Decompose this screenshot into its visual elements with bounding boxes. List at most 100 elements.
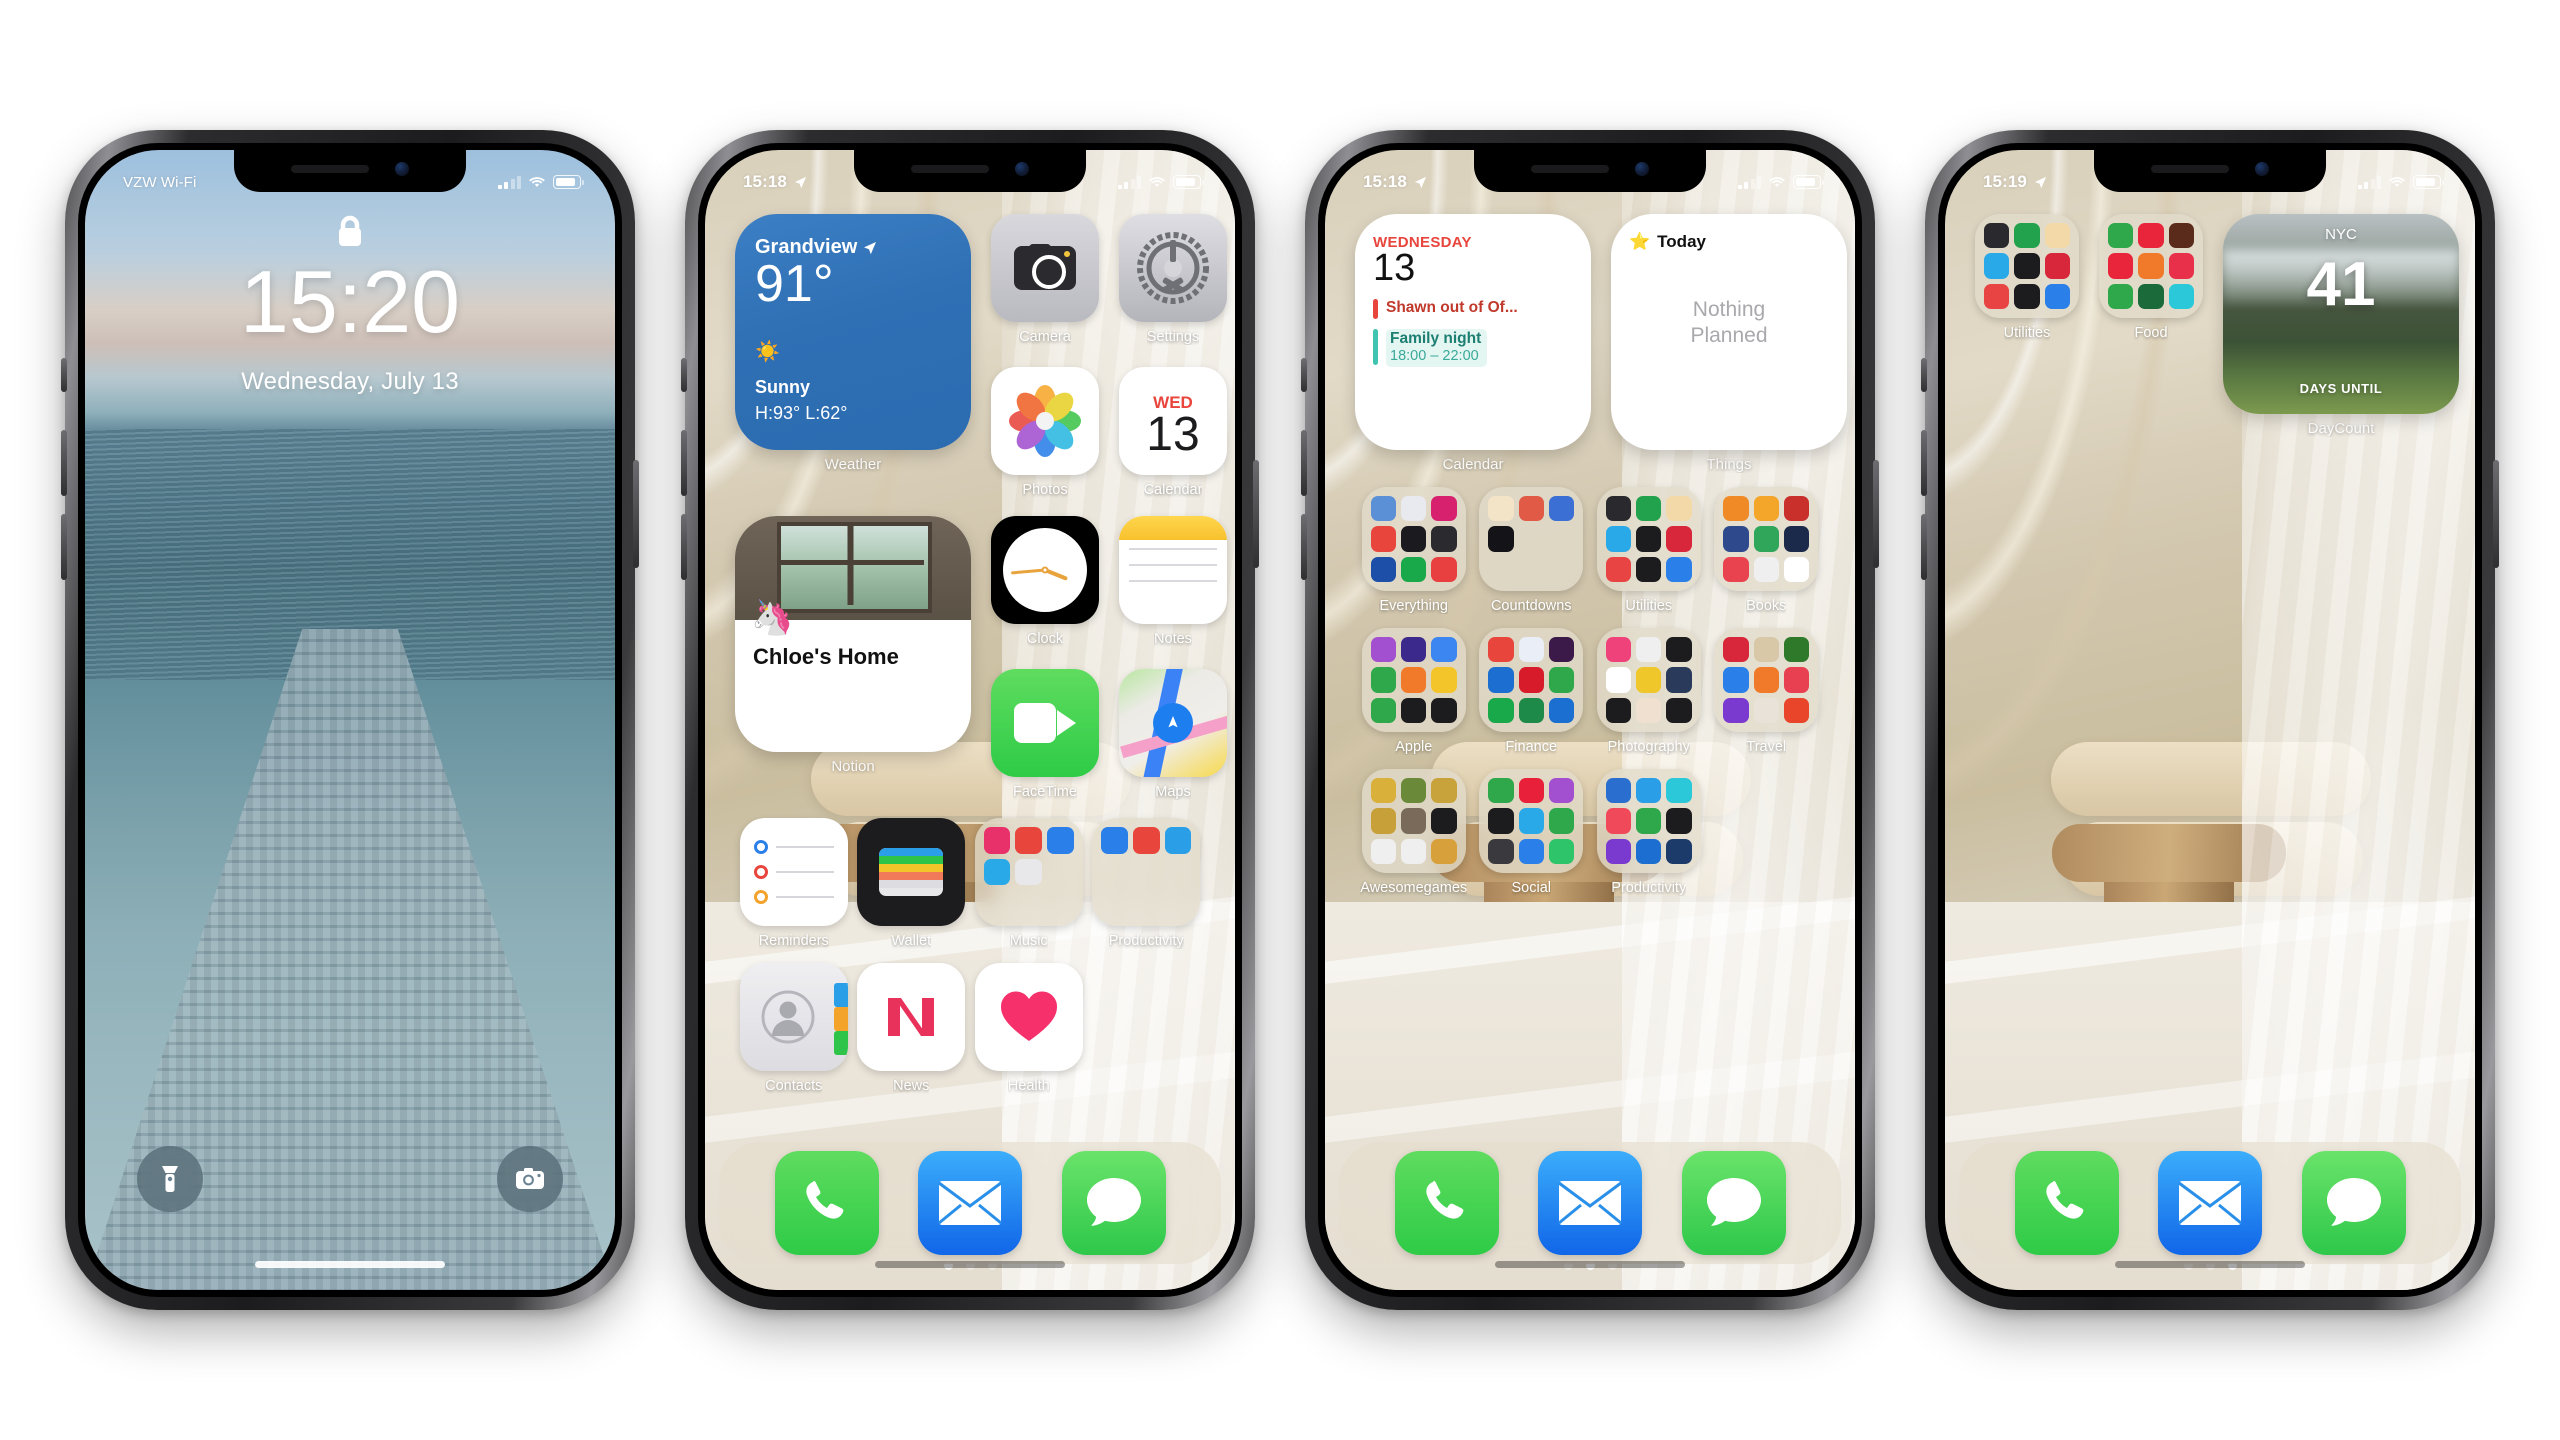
app-photos[interactable]: Photos <box>991 367 1099 498</box>
message-icon[interactable] <box>2301 1151 2406 1255</box>
folder-countdowns[interactable]: Countdowns <box>1473 487 1591 614</box>
app-clock[interactable]: Clock <box>991 516 1099 647</box>
lock-screen[interactable]: VZW Wi-Fi 15:20 Wednesday, July 13 <box>85 150 615 1290</box>
app-reminders[interactable]: Reminders <box>735 818 853 949</box>
phone-icon[interactable] <box>2014 1151 2119 1255</box>
camera-icon <box>516 1168 544 1189</box>
volume-up-button[interactable] <box>61 430 67 496</box>
status-time: 15:18 <box>743 172 787 191</box>
folder-icon <box>1479 769 1584 873</box>
folder-mini-icon <box>1488 838 1514 865</box>
widget-calendar[interactable]: WEDNESDAY 13 Shawn out of Of... Family n… <box>1355 214 1591 450</box>
app-settings[interactable]: Settings <box>1119 214 1227 345</box>
folder-music[interactable]: Music <box>970 818 1088 949</box>
volume-up-button[interactable] <box>681 430 687 496</box>
mail-icon[interactable] <box>918 1151 1022 1255</box>
folder-mini-icon <box>1488 667 1514 693</box>
things-empty-line-2: Planned <box>1690 323 1768 347</box>
folder-mini-icon <box>1370 526 1397 552</box>
mute-switch[interactable] <box>61 358 67 392</box>
volume-down-button[interactable] <box>1921 514 1927 580</box>
event-title: Family night <box>1390 329 1482 347</box>
folder-books[interactable]: Books <box>1708 487 1826 614</box>
folder-food[interactable]: Food <box>2099 214 2203 341</box>
message-icon[interactable] <box>1061 1151 1166 1255</box>
folder-mini-icon <box>1101 827 1128 854</box>
folder-mini-icon <box>1431 637 1457 663</box>
battery-icon <box>1793 175 1824 189</box>
flashlight-button[interactable] <box>137 1146 203 1212</box>
home-screen-page-3[interactable]: 15:19 Utilities Food NYC 41 DAYS UNTIL D… <box>1945 150 2475 1290</box>
folder-icon <box>1479 487 1584 591</box>
phone-icon[interactable] <box>774 1151 879 1255</box>
folder-social[interactable]: Social <box>1473 769 1591 896</box>
home-indicator[interactable] <box>1495 1261 1685 1268</box>
widget-notion[interactable]: 🦄 Chloe's Home <box>735 516 971 752</box>
mute-switch[interactable] <box>1921 358 1927 392</box>
folder-photography[interactable]: Photography <box>1590 628 1708 755</box>
calendar-event-1[interactable]: Shawn out of Of... <box>1373 298 1573 319</box>
app-calendar[interactable]: WED 13 Calendar <box>1119 367 1227 498</box>
app-label: Health <box>1007 1078 1050 1094</box>
folder-finance[interactable]: Finance <box>1473 628 1591 755</box>
folder-mini-icon <box>1636 667 1662 693</box>
app-news[interactable]: News <box>853 963 971 1094</box>
folder-productivity[interactable]: Productivity <box>1590 769 1708 896</box>
volume-up-button[interactable] <box>1301 430 1307 496</box>
power-button[interactable] <box>1253 460 1259 568</box>
home-indicator[interactable] <box>875 1261 1065 1268</box>
folder-awesomegames[interactable]: Awesomegames <box>1355 769 1473 896</box>
location-arrow-icon <box>2034 176 2047 188</box>
folder-mini-icon <box>1723 667 1749 693</box>
folder-mini-icon <box>1636 526 1662 552</box>
gear-icon <box>1119 214 1227 322</box>
home-indicator[interactable] <box>2115 1261 2305 1268</box>
power-button[interactable] <box>1873 460 1879 568</box>
app-facetime[interactable]: FaceTime <box>991 669 1099 800</box>
folder-mini-icon <box>2108 253 2134 279</box>
folder-utilities[interactable]: Utilities <box>1590 487 1708 614</box>
widget-things[interactable]: ⭐ Today Nothing Planned <box>1611 214 1847 450</box>
volume-up-button[interactable] <box>1921 430 1927 496</box>
app-contacts[interactable]: Contacts <box>735 963 853 1094</box>
folder-mini-icon <box>1488 637 1514 663</box>
widget-daycount[interactable]: NYC 41 DAYS UNTIL <box>2223 214 2459 414</box>
power-button[interactable] <box>633 460 639 568</box>
camera-icon <box>991 214 1099 322</box>
mail-icon[interactable] <box>2158 1151 2262 1255</box>
folder-travel[interactable]: Travel <box>1708 628 1826 755</box>
message-icon[interactable] <box>1681 1151 1786 1255</box>
folder-utilities[interactable]: Utilities <box>1975 214 2079 341</box>
mute-switch[interactable] <box>681 358 687 392</box>
app-label: Awesomegames <box>1360 880 1468 896</box>
app-maps[interactable]: Maps <box>1119 669 1227 800</box>
volume-down-button[interactable] <box>1301 514 1307 580</box>
calendar-event-2[interactable]: Family night 18:00 – 22:00 <box>1373 328 1573 367</box>
app-wallet[interactable]: Wallet <box>853 818 971 949</box>
camera-button[interactable] <box>497 1146 563 1212</box>
widget-label-weather: Weather <box>824 456 882 473</box>
folder-mini-icon <box>1666 838 1692 865</box>
folder-mini-icon <box>1636 556 1662 583</box>
home-screen-page-2[interactable]: 15:18 WEDNESDAY 13 Shawn out of Of... Fa… <box>1325 150 1855 1290</box>
home-indicator[interactable] <box>255 1261 445 1268</box>
app-health[interactable]: Health <box>970 963 1088 1094</box>
folder-mini-icon <box>1431 526 1457 552</box>
app-camera[interactable]: Camera <box>991 214 1099 345</box>
home-screen-page-1[interactable]: 15:18 Grandview 91° ☀️ Sunny H:93° L:62°… <box>705 150 1235 1290</box>
phone-icon[interactable] <box>1394 1151 1499 1255</box>
app-notes[interactable]: Notes <box>1119 516 1227 647</box>
power-button[interactable] <box>2493 460 2499 568</box>
folder-icon <box>1361 769 1466 873</box>
battery-icon <box>2413 175 2444 189</box>
folder-productivity[interactable]: Productivity <box>1088 818 1206 949</box>
folder-mini-icon <box>1548 667 1575 693</box>
mute-switch[interactable] <box>1301 358 1307 392</box>
folder-everything[interactable]: Everything <box>1355 487 1473 614</box>
folder-mini-icon <box>1370 637 1397 663</box>
folder-apple[interactable]: Apple <box>1355 628 1473 755</box>
widget-weather[interactable]: Grandview 91° ☀️ Sunny H:93° L:62° <box>735 214 971 450</box>
volume-down-button[interactable] <box>61 514 67 580</box>
mail-icon[interactable] <box>1538 1151 1642 1255</box>
volume-down-button[interactable] <box>681 514 687 580</box>
